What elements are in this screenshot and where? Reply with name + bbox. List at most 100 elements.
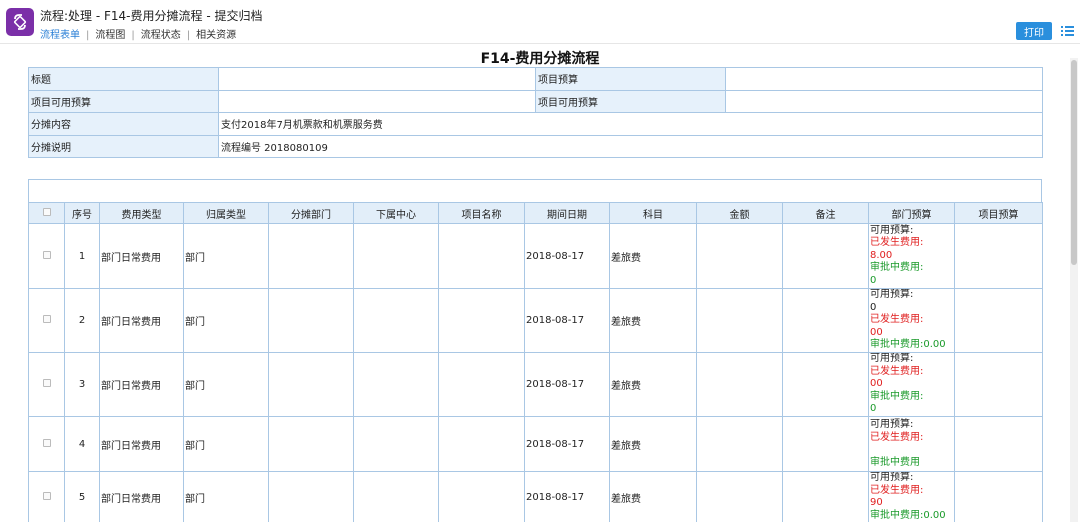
project-cell [438, 288, 525, 353]
belong-type-cell: 部门 [183, 223, 269, 289]
col-header: 下属中心 [353, 202, 439, 224]
col-header: 归属类型 [183, 202, 269, 224]
tab-separator: | [86, 30, 90, 41]
avail-budget-value-2[interactable] [725, 89, 1043, 113]
row-number: 1 [64, 223, 100, 289]
remark-cell [782, 288, 869, 353]
info-row-desc: 分摊说明 流程编号 2018080109 [28, 134, 1043, 158]
date-cell: 2018-08-17 [524, 223, 610, 289]
budget-line: 可用预算: [870, 353, 914, 365]
subject-cell: 差旅费 [609, 352, 697, 417]
budget-line: 可用预算: [870, 289, 914, 301]
grid-header: 序号 费用类型 归属类型 分摊部门 下属中心 项目名称 期间日期 科目 金额 备… [28, 202, 1043, 224]
dept-cell [268, 416, 354, 472]
row-number: 3 [64, 352, 100, 417]
budget-line: 0 [870, 403, 877, 415]
top-bar: 流程:处理 - F14-费用分摊流程 - 提交归档 流程表单 | 流程图 | 流程状态 |… [0, 0, 1080, 44]
print-button[interactable]: 打印 [1016, 22, 1052, 40]
budget-line: 可用预算: [870, 419, 914, 430]
col-header: 金额 [696, 202, 783, 224]
row-checkbox[interactable] [42, 250, 51, 259]
table-row[interactable]: 5 部门日常费用 部门 2018-08-17 差旅费 可用预算: 已发生费用: 90 审批中费用… [28, 471, 1043, 522]
row-checkbox[interactable] [42, 315, 51, 323]
budget-line: 审批中费用:0.00 [870, 339, 946, 351]
col-header: 科目 [609, 202, 697, 224]
date-cell: 2018-08-17 [524, 471, 610, 522]
budget-line: 已发生费用: [870, 314, 924, 326]
table-row[interactable]: 4 部门日常费用 部门 2018-08-17 差旅费 可用预算: 已发生费用: 审批中费用 [28, 416, 1043, 472]
subject-cell: 差旅费 [609, 471, 697, 522]
row-select-cell[interactable] [28, 223, 65, 289]
desc-value[interactable]: 流程编号 2018080109 [218, 134, 1043, 158]
table-row[interactable]: 1 部门日常费用 部门 2018-08-17 差旅费 可用预算: 已发生费用: 8.00 审批中… [28, 223, 1043, 289]
row-checkbox[interactable] [42, 491, 51, 500]
content-value[interactable]: 支付2018年7月机票款和机票服务费 [218, 112, 1043, 136]
tab-status[interactable]: 流程状态 [141, 26, 181, 41]
dept-cell [268, 471, 354, 522]
date-cell: 2018-08-17 [524, 416, 610, 472]
tab-resources[interactable]: 相关资源 [196, 26, 236, 41]
form-title: F14-费用分摊流程 [480, 51, 600, 67]
avail-budget-value[interactable] [218, 89, 536, 113]
window-title: 流程:处理 - F14-费用分摊流程 - 提交归档 [40, 9, 263, 23]
project-budget-cell [954, 223, 1043, 289]
row-number: 2 [64, 288, 100, 353]
row-select-cell[interactable] [28, 416, 65, 472]
scrollbar-thumb[interactable] [1071, 60, 1077, 265]
belong-type-cell: 部门 [183, 471, 269, 522]
table-row[interactable]: 2 部门日常费用 部门 2018-08-17 差旅费 可用预算: 0 已发生费用: 00 审批中费… [28, 288, 1043, 353]
project-budget-value[interactable] [725, 67, 1043, 91]
select-all-header[interactable] [28, 202, 65, 224]
tab-form[interactable]: 流程表单 [40, 26, 80, 41]
budget-line: 审批中费用: [870, 262, 924, 274]
content-label: 分摊内容 [28, 112, 219, 136]
select-all-checkbox[interactable] [42, 207, 51, 216]
title-value[interactable] [218, 67, 536, 91]
row-select-cell[interactable] [28, 471, 65, 522]
title-label: 标题 [28, 67, 219, 91]
subject-cell: 差旅费 [609, 288, 697, 353]
date-cell: 2018-08-17 [524, 352, 610, 417]
col-header: 备注 [782, 202, 869, 224]
belong-type-cell: 部门 [183, 352, 269, 417]
budget-line: 0 [870, 301, 877, 313]
budget-line: 审批中费用 [870, 456, 920, 468]
tab-bar: 流程表单 | 流程图 | 流程状态 | 相关资源 [40, 26, 236, 41]
project-cell [438, 352, 525, 417]
col-header: 序号 [64, 202, 100, 224]
row-select-cell[interactable] [28, 352, 65, 417]
tab-flowchart[interactable]: 流程图 [95, 26, 125, 41]
project-budget-cell [954, 352, 1043, 417]
project-cell [438, 471, 525, 522]
budget-line: 审批中费用:0.00 [870, 509, 946, 521]
grid-toolbar [28, 179, 1042, 202]
dept-budget-cell: 可用预算: 已发生费用: 00 审批中费用: 0 [868, 352, 955, 417]
date-cell: 2018-08-17 [524, 288, 610, 353]
row-checkbox[interactable] [42, 379, 51, 387]
tab-separator: | [186, 30, 191, 41]
desc-label: 分摊说明 [28, 134, 219, 158]
center-cell [353, 223, 439, 289]
list-menu-icon[interactable] [1061, 25, 1074, 37]
remark-cell [782, 416, 869, 472]
expense-type-cell: 部门日常费用 [99, 288, 184, 353]
budget-line: 0 [870, 274, 877, 286]
info-row-budget: 项目可用预算 项目可用预算 [28, 89, 1043, 113]
expense-type-cell: 部门日常费用 [99, 223, 184, 289]
expense-type-cell: 部门日常费用 [99, 416, 184, 472]
remark-cell [782, 352, 869, 417]
row-number: 5 [64, 471, 100, 522]
amount-cell [696, 223, 783, 289]
col-header: 费用类型 [99, 202, 184, 224]
table-row[interactable]: 3 部门日常费用 部门 2018-08-17 差旅费 可用预算: 已发生费用: 00 审批中费用… [28, 352, 1043, 417]
row-select-cell[interactable] [28, 288, 65, 353]
project-cell [438, 416, 525, 472]
app-logo-icon [6, 8, 34, 36]
dept-budget-cell: 可用预算: 已发生费用: 8.00 审批中费用: 0 [868, 223, 955, 289]
col-header: 部门预算 [868, 202, 955, 224]
amount-cell [696, 352, 783, 417]
row-checkbox[interactable] [42, 438, 51, 447]
subject-cell: 差旅费 [609, 223, 697, 289]
info-table: 标题 项目预算 项目可用预算 项目可用预算 分摊内容 支付2018年7月机票款和… [28, 67, 1043, 158]
center-cell [353, 288, 439, 353]
